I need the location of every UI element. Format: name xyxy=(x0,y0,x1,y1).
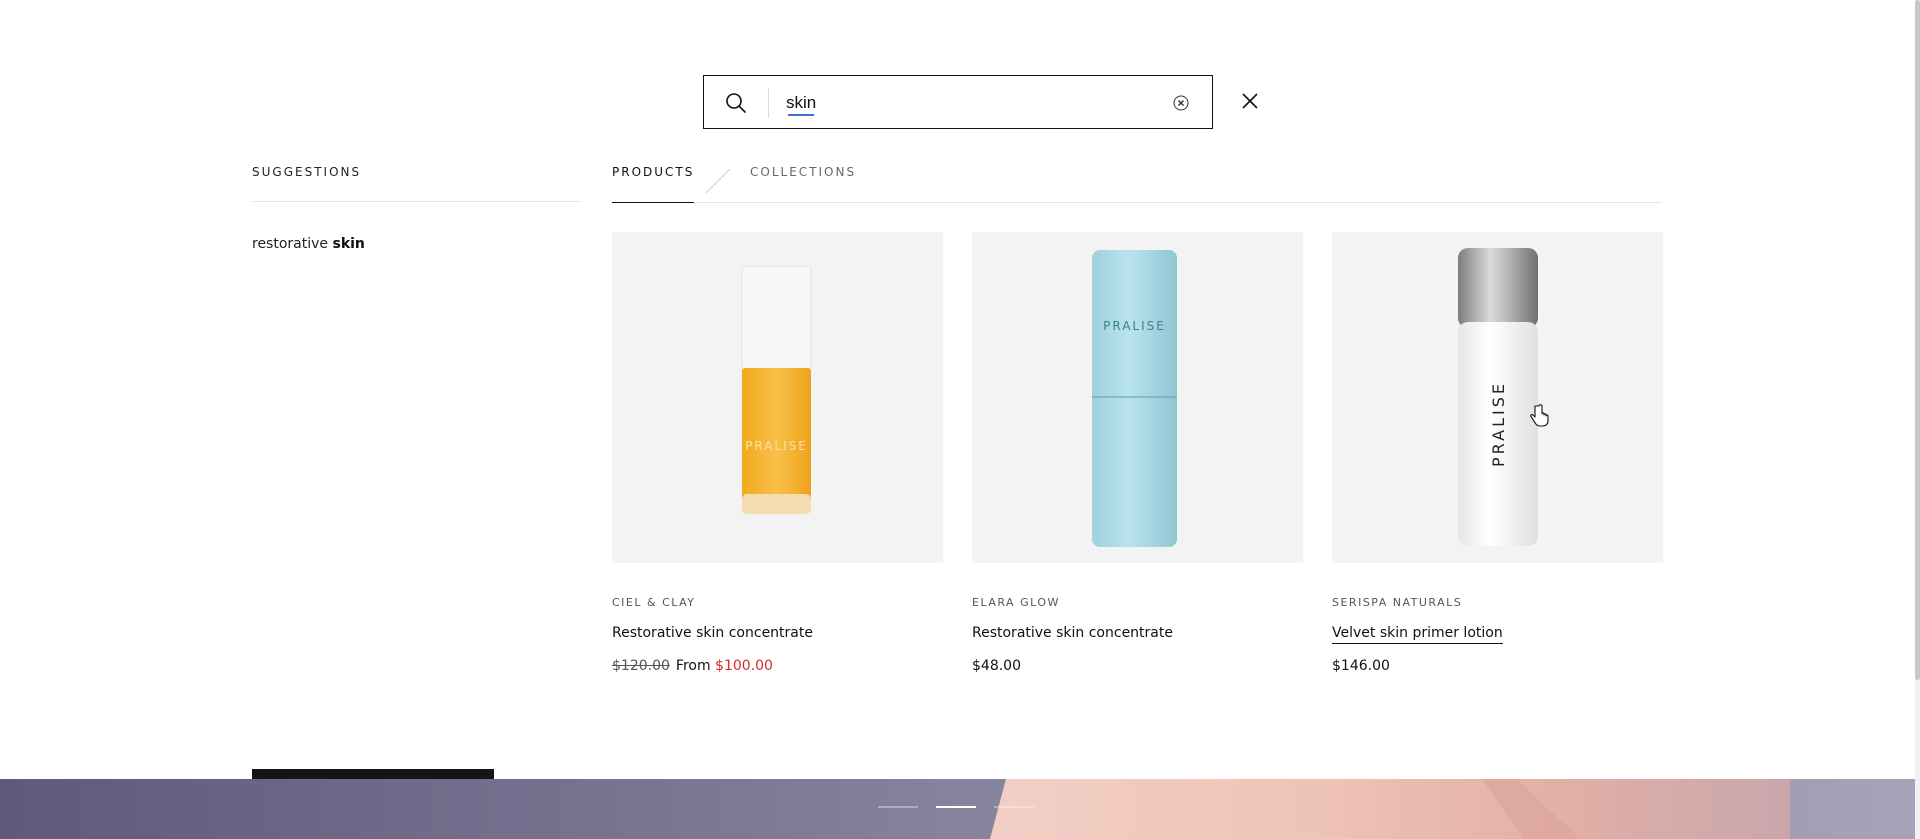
sale-price: $100.00 xyxy=(715,658,773,674)
product-vendor: ELARA GLOW xyxy=(972,596,1060,609)
price-prefix: From xyxy=(675,658,716,674)
slide-indicator-1[interactable] xyxy=(878,806,918,808)
suggestions-panel: SUGGESTIONS restorative skin xyxy=(252,165,582,252)
product-title[interactable]: Restorative skin concentrate xyxy=(612,625,943,641)
product-image[interactable]: PRALISE xyxy=(972,232,1303,563)
scrollbar-thumb[interactable] xyxy=(1915,0,1920,680)
search-input[interactable] xyxy=(786,90,1146,116)
hero-button-edge[interactable] xyxy=(252,769,494,779)
search-box xyxy=(703,75,1213,129)
slide-indicator-3[interactable] xyxy=(994,806,1034,808)
compare-price: $120.00 xyxy=(612,658,670,674)
hero-image xyxy=(990,779,1790,839)
tab-products[interactable]: PRODUCTS xyxy=(612,165,695,203)
bottle-label: PRALISE xyxy=(745,439,808,453)
close-icon[interactable] xyxy=(1240,91,1260,111)
product-price: $146.00 xyxy=(1332,658,1663,674)
regular-price: $48.00 xyxy=(972,658,1021,674)
tab-collections[interactable]: COLLECTIONS xyxy=(750,165,856,179)
suggestion-item[interactable]: restorative skin xyxy=(252,236,582,252)
slide-indicator-2[interactable] xyxy=(936,806,976,808)
hero-banner xyxy=(0,779,1915,839)
bottle-label: PRALISE xyxy=(1103,319,1166,333)
clear-icon[interactable] xyxy=(1172,94,1190,112)
bottle-label: PRALISE xyxy=(1489,381,1508,467)
product-bottle-image: PRALISE xyxy=(1092,250,1177,547)
product-image[interactable]: PRALISE xyxy=(612,232,943,563)
product-title-link[interactable]: Velvet skin primer lotion xyxy=(1332,625,1503,644)
regular-price: $146.00 xyxy=(1332,658,1390,674)
product-vendor: CIEL & CLAY xyxy=(612,596,696,609)
product-vendor: SERISPA NATURALS xyxy=(1332,596,1463,609)
search-overlay: SUGGESTIONS restorative skin PRODUCTS CO… xyxy=(0,0,1915,779)
product-card[interactable]: PRALISE CIEL & CLAY Restorative skin con… xyxy=(612,232,943,674)
product-card[interactable]: PRALISE SERISPA NATURALS Velvet skin pri… xyxy=(1332,232,1663,674)
product-price: $120.00 From $100.00 xyxy=(612,658,943,674)
tab-separator xyxy=(705,168,731,194)
product-title[interactable]: Velvet skin primer lotion xyxy=(1332,625,1663,644)
results-tabs: PRODUCTS COLLECTIONS xyxy=(612,165,1662,203)
product-title[interactable]: Restorative skin concentrate xyxy=(972,625,1303,641)
product-card[interactable]: PRALISE ELARA GLOW Restorative skin conc… xyxy=(972,232,1303,674)
product-image[interactable]: PRALISE xyxy=(1332,232,1663,563)
text-selection-underline xyxy=(788,114,814,116)
product-results: PRALISE CIEL & CLAY Restorative skin con… xyxy=(612,232,1663,692)
search-divider xyxy=(768,88,769,118)
suggestions-title: SUGGESTIONS xyxy=(252,165,582,202)
product-price: $48.00 xyxy=(972,658,1303,674)
page-scrollbar[interactable] xyxy=(1915,0,1920,839)
product-bottle-image: PRALISE xyxy=(741,265,812,514)
product-bottle-image: PRALISE xyxy=(1458,248,1538,546)
search-icon[interactable] xyxy=(724,91,748,115)
suggestion-prefix: restorative xyxy=(252,236,333,252)
suggestion-highlight: skin xyxy=(332,236,365,252)
